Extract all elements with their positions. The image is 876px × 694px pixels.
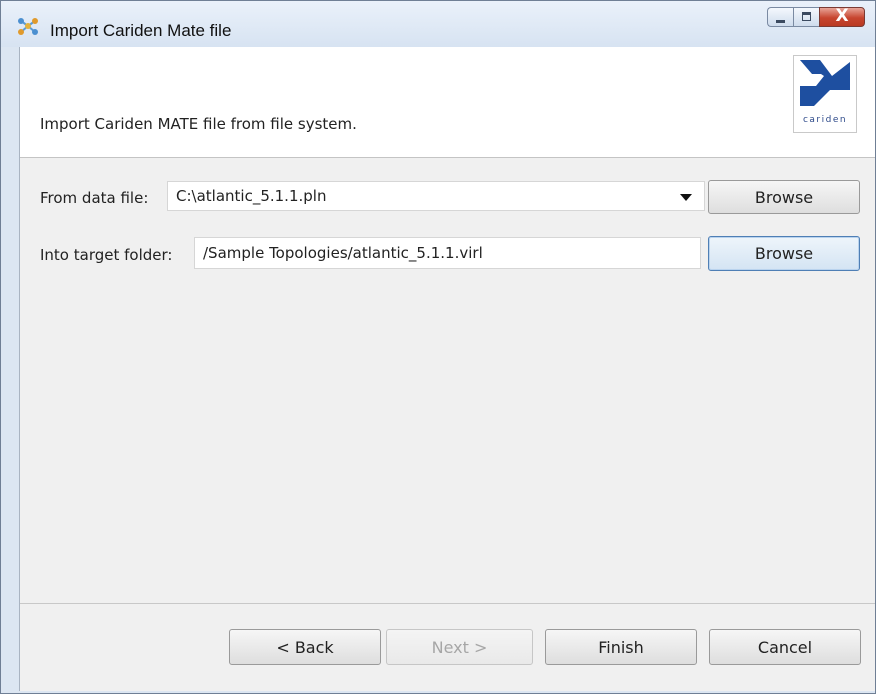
from-data-file-label: From data file: (40, 189, 149, 207)
cariden-logo-mark (800, 60, 850, 106)
browse-data-file-button[interactable]: Browse (708, 180, 860, 214)
minimize-button[interactable] (767, 7, 793, 27)
close-icon: X (835, 6, 849, 26)
maximize-button[interactable] (793, 7, 819, 27)
logo-wordmark: cariden (802, 115, 848, 125)
cariden-logo: cariden (793, 55, 857, 133)
window-title: Import Cariden Mate file (50, 21, 232, 40)
minimize-icon (776, 20, 785, 23)
dialog-content: Import Cariden MATE file from file syste… (19, 47, 875, 691)
dropdown-arrow-icon[interactable] (680, 194, 692, 201)
finish-button[interactable]: Finish (545, 629, 697, 665)
target-folder-input[interactable] (195, 238, 700, 268)
from-data-file-combo[interactable]: C:\atlantic_5.1.1.pln (167, 181, 705, 211)
page-description: Import Cariden MATE file from file syste… (40, 115, 357, 133)
close-button[interactable]: X (819, 6, 865, 27)
network-nodes-icon (18, 18, 38, 35)
target-folder-field[interactable] (194, 237, 701, 269)
caption-buttons: X (767, 6, 865, 29)
target-folder-label: Into target folder: (40, 246, 173, 264)
maximize-icon (802, 12, 811, 21)
from-data-file-value: C:\atlantic_5.1.1.pln (176, 187, 327, 205)
browse-target-folder-button[interactable]: Browse (708, 236, 860, 271)
cancel-button[interactable]: Cancel (709, 629, 861, 665)
wizard-header: Import Cariden MATE file from file syste… (20, 47, 875, 158)
title-bar[interactable]: Import Cariden Mate file X (1, 1, 875, 47)
back-button[interactable]: < Back (229, 629, 381, 665)
next-button[interactable]: Next > (386, 629, 533, 665)
footer-separator (20, 603, 875, 604)
dialog-window: Import Cariden Mate file X Import Caride… (0, 0, 876, 694)
